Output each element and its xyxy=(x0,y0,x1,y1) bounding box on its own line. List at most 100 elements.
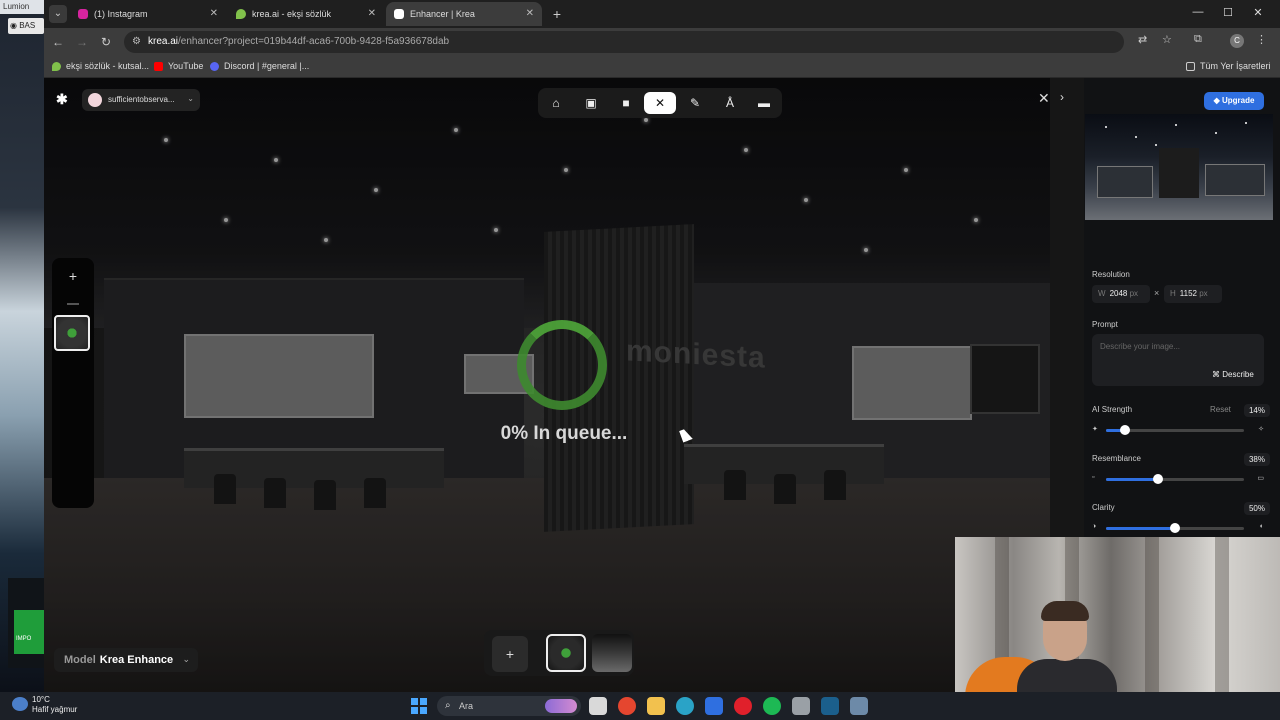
bookmark-label: YouTube xyxy=(168,61,204,71)
describe-button[interactable]: ⌘ Describe xyxy=(1212,370,1254,379)
upgrade-button[interactable]: ◆ Upgrade xyxy=(1204,92,1264,110)
folder-icon[interactable]: ▬ xyxy=(748,92,780,114)
slider-handle[interactable] xyxy=(1120,425,1131,435)
enhance-icon[interactable]: ✕ xyxy=(644,92,676,114)
chevron-right-icon[interactable]: › xyxy=(1060,90,1064,104)
krea-logo[interactable]: ✱ xyxy=(56,92,70,106)
desktop-bas-button[interactable]: ◉ BAS xyxy=(8,18,44,34)
close-icon[interactable]: ✕ xyxy=(210,8,218,19)
bookmark-youtube[interactable]: YouTube xyxy=(154,61,203,71)
taskbar-search[interactable]: ⌕ Ara xyxy=(437,696,581,716)
instagram-icon xyxy=(78,9,88,19)
image-thumbnail[interactable] xyxy=(54,315,90,351)
calculator-icon[interactable] xyxy=(850,697,868,715)
slider-fill xyxy=(1106,527,1175,530)
ai-strength-value: 14% xyxy=(1243,404,1270,417)
prompt-label: Prompt xyxy=(1092,320,1118,329)
history-thumbnail[interactable] xyxy=(592,634,632,672)
task-view-icon[interactable] xyxy=(589,697,607,715)
close-icon[interactable]: ✕ xyxy=(526,8,534,19)
tab-instagram[interactable]: (1) Instagram ✕ xyxy=(70,2,226,26)
windows-logo-pane xyxy=(420,707,427,714)
image-preview xyxy=(1085,114,1273,220)
mail-icon[interactable] xyxy=(705,697,723,715)
describe-label: Describe xyxy=(1222,370,1254,379)
home-icon[interactable]: ⌂ xyxy=(540,92,572,114)
image-icon[interactable]: ▣ xyxy=(575,92,607,114)
width-field[interactable]: W 2048 px xyxy=(1092,285,1150,303)
weather-temperature: 10°C xyxy=(32,695,50,704)
eye-icon: ◉ xyxy=(10,21,20,30)
slider-handle[interactable] xyxy=(1153,474,1164,484)
close-icon[interactable]: ✕ xyxy=(368,8,376,19)
weather-icon xyxy=(12,697,28,711)
tab-search-button[interactable]: ⌄ xyxy=(49,5,67,23)
start-button[interactable] xyxy=(411,698,427,714)
translate-icon[interactable]: ⇄ xyxy=(1138,33,1147,46)
address-bar[interactable]: ⚙ krea.ai/enhancer?project=019b44df-aca6… xyxy=(124,31,1124,53)
height-field[interactable]: H 1152 px xyxy=(1164,285,1222,303)
times-symbol: × xyxy=(1154,288,1160,298)
menu-icon[interactable]: ⋮ xyxy=(1256,33,1267,46)
chevron-down-icon: ⌄ xyxy=(182,654,190,664)
weather-widget[interactable]: 10°C Hafif yağmur xyxy=(12,695,77,715)
sparkle-small-icon: ✦ xyxy=(1092,426,1098,433)
tab-eksi[interactable]: krea.ai - ekşi sözlük ✕ xyxy=(228,2,384,26)
import-label: IMPO xyxy=(16,636,32,642)
image-large-icon: ▭ xyxy=(1257,475,1264,482)
preview-light xyxy=(1215,132,1217,134)
progress-status: 0% In queue... xyxy=(500,423,628,444)
spotify-icon[interactable] xyxy=(763,697,781,715)
edge-icon[interactable] xyxy=(676,697,694,715)
tab-label: (1) Instagram xyxy=(94,9,148,19)
minimize-button[interactable]: — xyxy=(1188,6,1208,18)
bookmark-discord[interactable]: Discord | #general |... xyxy=(210,61,309,71)
tab-krea-enhancer[interactable]: Enhancer | Krea ✕ xyxy=(386,2,542,26)
text-icon[interactable]: Å xyxy=(714,92,746,114)
import-button[interactable]: IMPO xyxy=(14,610,44,654)
close-icon[interactable]: ✕ xyxy=(1038,90,1050,107)
clarity-label: Clarity xyxy=(1092,503,1115,512)
star-icon[interactable]: ☆ xyxy=(1162,33,1172,46)
ai-strength-slider[interactable]: ✦ ✧ xyxy=(1092,424,1264,436)
windows-logo-pane xyxy=(411,707,418,714)
folder-icon xyxy=(1186,62,1195,71)
maximize-button[interactable]: ☐ xyxy=(1218,6,1238,19)
workspace-name: sufficientobserva... xyxy=(108,95,175,104)
extensions-icon[interactable]: ⧉ xyxy=(1194,33,1202,46)
forward-button[interactable]: → xyxy=(74,35,90,49)
edit-icon[interactable]: ✎ xyxy=(679,92,711,114)
desktop-import-panel: IMPO xyxy=(8,578,44,668)
new-tab-button[interactable]: + xyxy=(548,5,566,23)
ai-strength-label: AI Strength xyxy=(1092,405,1133,414)
explorer-icon[interactable] xyxy=(647,697,665,715)
profile-avatar[interactable]: C xyxy=(1230,34,1244,48)
reload-button[interactable]: ↻ xyxy=(98,35,114,49)
clarity-slider[interactable]: ◑ ◐ xyxy=(1092,522,1264,534)
close-window-button[interactable]: ✕ xyxy=(1248,6,1268,19)
add-button[interactable]: + xyxy=(492,636,528,672)
lumion-window-title: Lumion xyxy=(0,0,44,14)
history-thumbnail-active[interactable] xyxy=(546,634,586,672)
add-image-button[interactable]: + xyxy=(63,266,83,286)
chrome-icon[interactable] xyxy=(618,697,636,715)
steam-icon[interactable] xyxy=(821,697,839,715)
back-button[interactable]: ← xyxy=(50,35,66,49)
width-prefix: W xyxy=(1098,289,1106,298)
model-selector[interactable]: Model Krea Enhance ⌄ xyxy=(54,648,198,672)
opera-icon[interactable] xyxy=(734,697,752,715)
width-value: 2048 xyxy=(1109,289,1128,298)
preview-light xyxy=(1135,136,1137,138)
preview-wall xyxy=(1205,164,1265,196)
reset-button[interactable]: Reset xyxy=(1210,405,1231,414)
workspace-selector[interactable]: sufficientobserva... ⌄ xyxy=(82,89,200,111)
url-host: krea.ai xyxy=(148,36,179,47)
video-icon[interactable]: ■ xyxy=(610,92,642,114)
resemblance-slider[interactable]: ▫ ▭ xyxy=(1092,473,1264,485)
site-info-icon[interactable]: ⚙ xyxy=(132,36,141,47)
bookmark-eksi[interactable]: ekşi sözlük - kutsal... xyxy=(52,61,149,71)
all-bookmarks-button[interactable]: Tüm Yer İşaretleri xyxy=(1186,61,1271,71)
preview-light xyxy=(1155,144,1157,146)
slider-handle[interactable] xyxy=(1170,523,1180,533)
app-icon[interactable] xyxy=(792,697,810,715)
